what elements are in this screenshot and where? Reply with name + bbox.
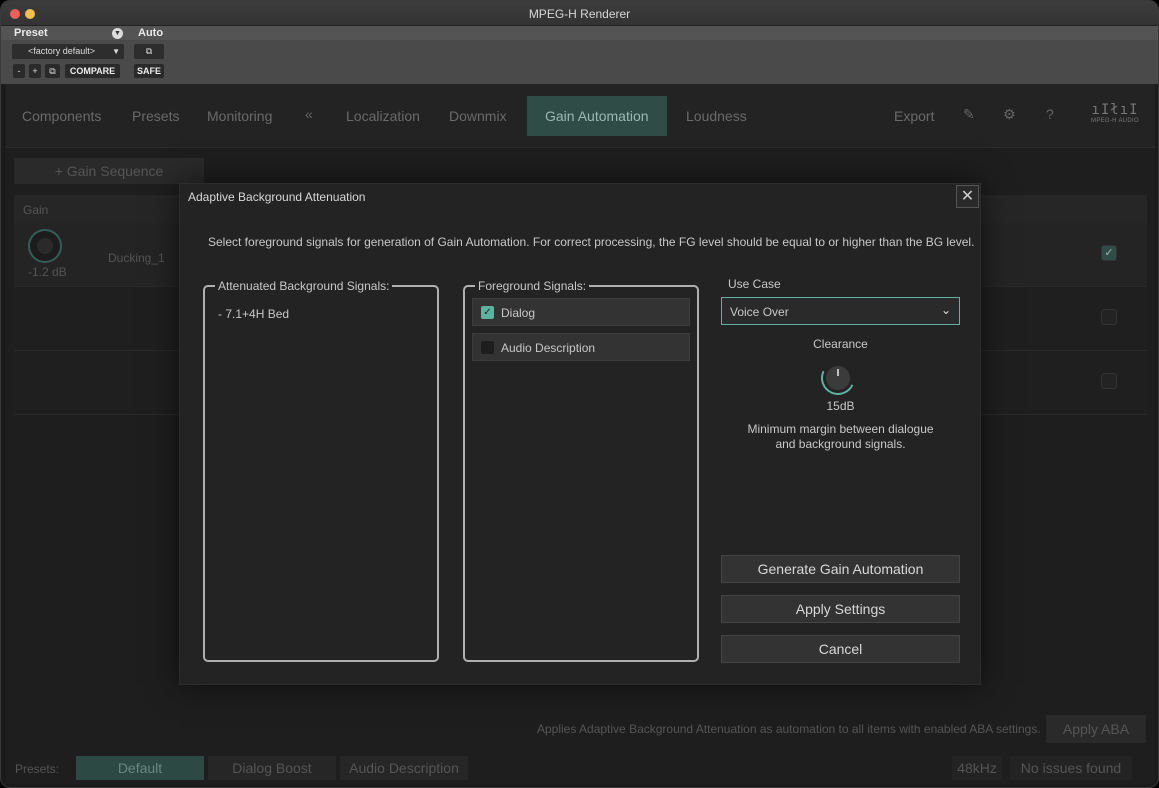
use-case-label: Use Case <box>728 277 781 291</box>
copy-settings-icon[interactable]: ⧉ <box>45 64 60 78</box>
preset-label: Preset <box>14 27 48 39</box>
tab-localization[interactable]: Localization <box>346 108 420 124</box>
background-signals-panel: Attenuated Background Signals: - 7.1+4H … <box>203 279 439 662</box>
auto-label: Auto <box>138 27 164 39</box>
clearance-knob[interactable] <box>826 366 850 390</box>
tab-gain-automation[interactable]: Gain Automation <box>527 96 667 136</box>
help-icon[interactable]: ? <box>1046 106 1054 122</box>
tab-presets[interactable]: Presets <box>132 108 179 124</box>
status-indicator: No issues found <box>1010 756 1132 780</box>
window-title: MPEG-H Renderer <box>528 7 631 21</box>
apply-settings-button[interactable]: Apply Settings <box>721 595 960 623</box>
fg-item-label: Audio Description <box>501 341 596 355</box>
host-plugin-header: Preset ▼ Auto <box>1 26 1158 84</box>
preset-default-button[interactable]: Default <box>76 756 204 780</box>
preset-select-value: <factory default> <box>28 46 96 56</box>
chevron-down-icon: ⌄ <box>940 303 951 317</box>
compare-button[interactable]: COMPARE <box>65 64 120 78</box>
mpegh-logo: ıIłıI MPEG-H AUDIO <box>1087 102 1143 124</box>
generate-gain-automation-button[interactable]: Generate Gain Automation <box>721 555 960 583</box>
collapse-icon[interactable]: « <box>305 106 313 122</box>
gain-knob[interactable] <box>28 229 62 263</box>
background-signals-title: Attenuated Background Signals: <box>215 279 393 293</box>
clearance-label: Clearance <box>813 337 868 351</box>
auto-copy-button[interactable]: ⧉ <box>134 44 164 59</box>
clearance-description: Minimum margin between dialogue and back… <box>747 422 934 451</box>
foreground-signals-title: Foreground Signals: <box>475 279 590 293</box>
audio-description-checkbox[interactable] <box>481 341 494 354</box>
tab-loudness[interactable]: Loudness <box>686 108 747 124</box>
row-enable-checkbox[interactable]: ✓ <box>1101 245 1117 261</box>
tab-monitoring[interactable]: Monitoring <box>207 108 272 124</box>
chevron-down-icon: ▼ <box>112 47 120 56</box>
tab-components[interactable]: Components <box>22 108 101 124</box>
title-bar: MPEG-H Renderer <box>1 1 1158 26</box>
logo-text: MPEG-H AUDIO <box>1091 118 1139 124</box>
preset-dialog-boost-button[interactable]: Dialog Boost <box>208 756 336 780</box>
aba-dialog: Adaptive Background Attenuation ✕ Select… <box>179 183 981 685</box>
fg-item-label: Dialog <box>501 306 536 320</box>
row-enable-checkbox[interactable] <box>1101 309 1117 325</box>
fg-item-audio-description[interactable]: Audio Description <box>472 333 690 361</box>
foreground-signals-panel: Foreground Signals: ✓ Dialog Audio Descr… <box>463 279 699 662</box>
cancel-button[interactable]: Cancel <box>721 635 960 663</box>
list-item: - 7.1+4H Bed <box>218 307 290 321</box>
tab-downmix[interactable]: Downmix <box>449 108 507 124</box>
row-name: Ducking_1 <box>108 251 165 265</box>
app-window: MPEG-H Renderer Preset ▼ Auto <factory d… <box>0 0 1159 788</box>
preset-menu-icon[interactable]: ▼ <box>112 28 123 39</box>
logo-mark-icon: ıIłıI <box>1091 102 1139 118</box>
preset-prev-button[interactable]: - <box>13 64 25 78</box>
sample-rate-indicator: 48kHz <box>952 756 1002 780</box>
dialog-checkbox[interactable]: ✓ <box>481 306 494 319</box>
row-enable-checkbox[interactable] <box>1101 373 1117 389</box>
footer-bar: Presets: Default Dialog Boost Audio Desc… <box>6 754 1155 784</box>
dialog-description: Select foreground signals for generation… <box>208 235 975 249</box>
preset-audio-description-button[interactable]: Audio Description <box>340 756 468 780</box>
magic-wand-icon[interactable]: ✎ <box>963 106 975 123</box>
close-icon[interactable]: ✕ <box>956 185 979 208</box>
preset-select[interactable]: <factory default> ▼ <box>12 44 124 59</box>
clearance-value: 15dB <box>826 399 855 413</box>
fg-item-dialog[interactable]: ✓ Dialog <box>472 298 690 326</box>
use-case-select[interactable]: Voice Over ⌄ <box>721 297 960 325</box>
preset-next-button[interactable]: + <box>29 64 41 78</box>
apply-aba-button[interactable]: Apply ABA <box>1046 715 1146 743</box>
export-button[interactable]: Export <box>894 108 934 124</box>
aba-info-text: Applies Adaptive Background Attenuation … <box>537 722 1041 736</box>
gear-icon[interactable]: ⚙ <box>1003 106 1016 123</box>
use-case-value: Voice Over <box>730 305 789 319</box>
footer-presets-label: Presets: <box>15 762 60 776</box>
row-gain-value: -1.2 dB <box>28 265 67 279</box>
dialog-title: Adaptive Background Attenuation <box>188 190 366 204</box>
safe-button[interactable]: SAFE <box>134 64 164 78</box>
add-gain-sequence-button[interactable]: + Gain Sequence <box>14 158 204 184</box>
gain-column-header: Gain <box>23 203 49 217</box>
main-nav: Components Presets Monitoring « Localiza… <box>6 84 1155 148</box>
